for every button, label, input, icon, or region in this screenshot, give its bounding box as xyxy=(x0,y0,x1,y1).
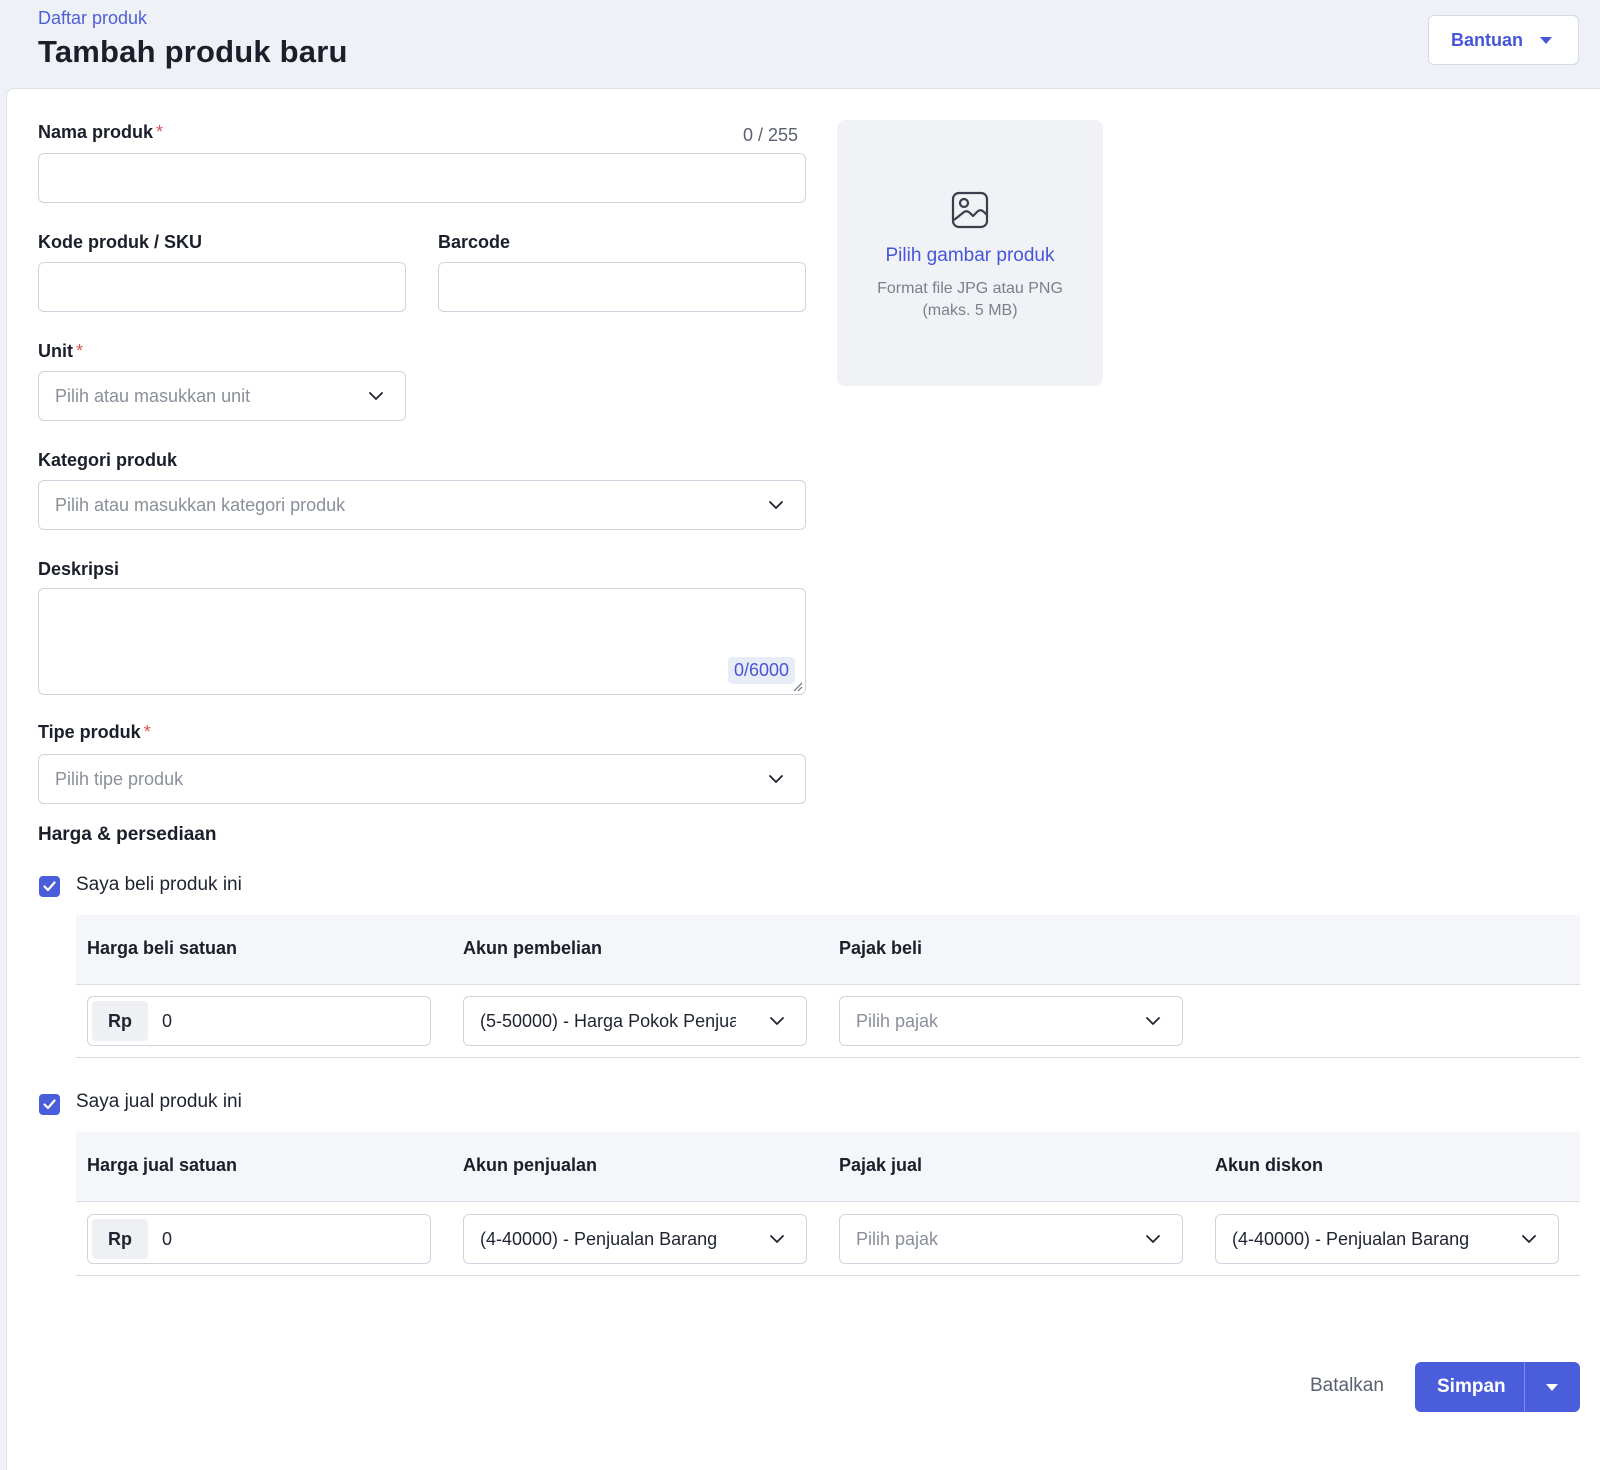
buy-row-divider xyxy=(76,1057,1580,1058)
product-type-placeholder: Pilih tipe produk xyxy=(55,768,184,789)
help-button-label: Bantuan xyxy=(1451,29,1523,50)
sell-price-value: 0 xyxy=(162,1229,173,1249)
chevron-down-icon xyxy=(1146,1235,1160,1243)
discount-account-value: (4-40000) - Penjualan Barang xyxy=(1232,1228,1470,1249)
buy-tax-placeholder: Pilih pajak xyxy=(856,1010,939,1031)
pricing-section-title: Harga & persediaan xyxy=(38,824,217,845)
category-label: Kategori produk xyxy=(38,450,178,470)
category-placeholder: Pilih atau masukkan kategori produk xyxy=(55,494,346,515)
caret-down-icon xyxy=(1540,37,1552,44)
chevron-down-icon xyxy=(770,1235,784,1243)
save-button-label: Simpan xyxy=(1437,1376,1506,1397)
buy-account-value: (5-50000) - Harga Pokok Penjualan xyxy=(480,1010,736,1031)
image-icon xyxy=(951,191,989,229)
chevron-down-icon xyxy=(769,501,783,509)
required-marker: * xyxy=(156,122,164,142)
barcode-input[interactable] xyxy=(438,262,806,312)
discount-account-header: Akun diskon xyxy=(1215,1155,1324,1175)
cancel-button[interactable]: Batalkan xyxy=(1310,1375,1384,1397)
sell-checkbox-label[interactable]: Saya jual produk ini xyxy=(76,1091,242,1113)
unit-label: Unit * xyxy=(38,341,84,361)
buy-price-value: 0 xyxy=(162,1011,173,1031)
product-name-label: Nama produk * xyxy=(38,122,164,142)
product-type-select[interactable]: Pilih tipe produk xyxy=(38,754,806,804)
buy-account-select[interactable]: (5-50000) - Harga Pokok Penjualan xyxy=(463,996,807,1046)
description-counter: 0/6000 xyxy=(727,657,795,684)
upload-hint: Format file JPG atau PNG (maks. 5 MB) xyxy=(877,280,1063,319)
category-select[interactable]: Pilih atau masukkan kategori produk xyxy=(38,480,806,530)
page-header: Daftar produk Tambah produk baru Bantuan xyxy=(0,0,1600,88)
checkmark-icon xyxy=(43,1099,56,1110)
help-button[interactable]: Bantuan xyxy=(1428,15,1579,65)
currency-prefix: Rp xyxy=(92,1001,148,1041)
upload-title[interactable]: Pilih gambar produk xyxy=(837,245,1103,267)
save-button[interactable]: Simpan xyxy=(1415,1362,1580,1412)
buy-checkbox-label[interactable]: Saya beli produk ini xyxy=(76,874,242,896)
buy-checkbox[interactable] xyxy=(39,876,60,897)
sell-table-header: Harga jual satuan Akun penjualan Pajak j… xyxy=(76,1132,1580,1202)
chevron-down-icon xyxy=(770,1017,784,1025)
buy-tax-header: Pajak beli xyxy=(839,938,923,958)
sell-account-value: (4-40000) - Penjualan Barang xyxy=(480,1228,718,1249)
sell-tax-placeholder: Pilih pajak xyxy=(856,1228,939,1249)
sell-price-header: Harga jual satuan xyxy=(87,1155,238,1175)
breadcrumb[interactable]: Daftar produk xyxy=(38,8,147,29)
unit-select[interactable]: Pilih atau masukkan unit xyxy=(38,371,406,421)
sell-row-divider xyxy=(76,1275,1580,1276)
sell-price-input[interactable]: Rp 0 xyxy=(87,1214,431,1264)
sku-label: Kode produk / SKU xyxy=(38,232,203,252)
product-name-counter: 0 / 255 xyxy=(743,125,799,145)
description-textarea[interactable]: 0/6000 xyxy=(38,588,806,695)
buy-price-header: Harga beli satuan xyxy=(87,938,238,958)
caret-down-icon[interactable] xyxy=(1546,1384,1558,1391)
required-marker: * xyxy=(76,341,84,361)
buy-table-header: Harga beli satuan Akun pembelian Pajak b… xyxy=(76,915,1580,985)
product-name-input[interactable] xyxy=(38,153,806,203)
required-marker: * xyxy=(143,722,151,742)
chevron-down-icon xyxy=(1146,1017,1160,1025)
sell-tax-header: Pajak jual xyxy=(839,1155,923,1175)
sell-tax-select[interactable]: Pilih pajak xyxy=(839,1214,1183,1264)
chevron-down-icon xyxy=(369,392,383,400)
sell-checkbox[interactable] xyxy=(39,1094,60,1115)
split-divider xyxy=(1524,1362,1525,1412)
buy-tax-select[interactable]: Pilih pajak xyxy=(839,996,1183,1046)
sku-input[interactable] xyxy=(38,262,406,312)
currency-prefix: Rp xyxy=(92,1219,148,1259)
checkmark-icon xyxy=(43,881,56,892)
unit-placeholder: Pilih atau masukkan unit xyxy=(55,385,251,406)
discount-account-select[interactable]: (4-40000) - Penjualan Barang xyxy=(1215,1214,1559,1264)
chevron-down-icon xyxy=(769,775,783,783)
page-title: Tambah produk baru xyxy=(38,34,348,69)
image-upload-area[interactable]: Pilih gambar produk Format file JPG atau… xyxy=(837,120,1103,386)
product-type-label: Tipe produk * xyxy=(38,722,151,742)
buy-account-header: Akun pembelian xyxy=(463,938,603,958)
description-label: Deskripsi xyxy=(38,559,120,579)
resize-handle-icon[interactable] xyxy=(791,680,803,692)
barcode-label: Barcode xyxy=(438,232,511,252)
sell-account-header: Akun penjualan xyxy=(463,1155,598,1175)
sell-account-select[interactable]: (4-40000) - Penjualan Barang xyxy=(463,1214,807,1264)
buy-price-input[interactable]: Rp 0 xyxy=(87,996,431,1046)
chevron-down-icon xyxy=(1522,1235,1536,1243)
